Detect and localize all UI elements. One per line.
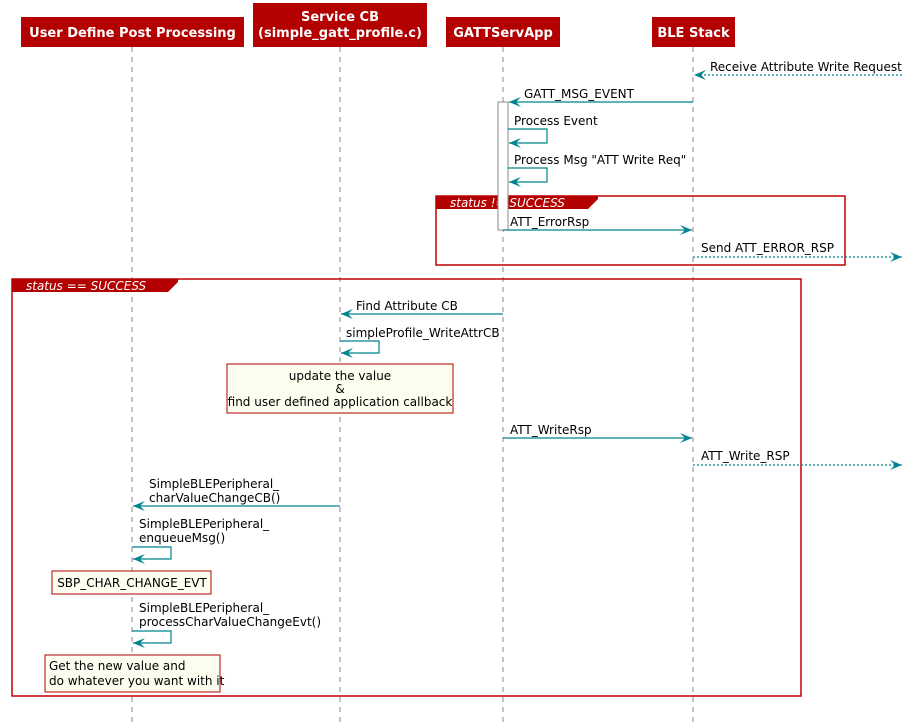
message-label: Send ATT_ERROR_RSP (701, 241, 834, 255)
message-0: Receive Attribute Write Request (694, 60, 902, 80)
message-7: simpleProfile_WriteAttrCB (340, 326, 500, 358)
note-0: update the value&find user defined appli… (226, 363, 454, 414)
message-label: SimpleBLEPeripheral_ (139, 601, 270, 615)
message-12: SimpleBLEPeripheral_processCharValueChan… (132, 601, 321, 648)
message-4: ATT_ErrorRsp (503, 215, 692, 235)
message-label: processCharValueChangeEvt() (139, 615, 321, 629)
message-label: simpleProfile_WriteAttrCB (346, 326, 500, 340)
note-2: Get the new value anddo whatever you wan… (44, 654, 225, 693)
message-label: ATT_ErrorRsp (510, 215, 589, 229)
participant-label: User Define Post Processing (29, 26, 236, 41)
activation-bar (497, 101, 509, 231)
participant-gatt: GATTServApp (446, 17, 560, 47)
note-text: SBP_CHAR_CHANGE_EVT (57, 576, 207, 590)
note-text: Get the new value and (49, 659, 186, 673)
frame-border (11, 278, 802, 697)
note-text: do whatever you want with it (49, 674, 225, 688)
note-1: SBP_CHAR_CHANGE_EVT (51, 570, 212, 595)
message-label: Process Msg "ATT Write Req" (514, 153, 686, 167)
message-label: Process Event (514, 114, 598, 128)
message-8: ATT_WriteRsp (503, 423, 692, 443)
participant-label: (simple_gatt_profile.c) (258, 26, 422, 41)
message-label: ATT_WriteRsp (510, 423, 592, 437)
participant-svc: Service CB(simple_gatt_profile.c) (253, 3, 427, 47)
message-label: Find Attribute CB (356, 299, 458, 313)
message-label: Receive Attribute Write Request (710, 60, 902, 74)
participant-label: BLE Stack (657, 26, 730, 41)
message-label: SimpleBLEPeripheral_ (139, 517, 270, 531)
message-label: charValueChangeCB() (149, 491, 280, 505)
arrow-head (890, 252, 902, 262)
message-11: SimpleBLEPeripheral_enqueueMsg() (132, 517, 270, 564)
message-label: enqueueMsg() (139, 531, 225, 545)
message-9: ATT_Write_RSP (693, 449, 902, 470)
participant-ble: BLE Stack (652, 17, 735, 47)
message-1: GATT_MSG_EVENT (509, 87, 693, 107)
message-label: ATT_Write_RSP (701, 449, 790, 463)
message-label: SimpleBLEPeripheral_ (149, 477, 280, 491)
message-10: SimpleBLEPeripheral_charValueChangeCB() (133, 477, 340, 511)
note-text: update the value (289, 369, 391, 383)
self-message-line (508, 167, 548, 183)
note-text: find user defined application callback (228, 395, 453, 409)
frame-label: status == SUCCESS (26, 279, 147, 293)
message-2: Process Event (508, 114, 598, 148)
note-text: & (335, 382, 344, 396)
sequence-diagram: User Define Post Processing Service CB(si… (11, 3, 902, 722)
participant-user: User Define Post Processing (21, 17, 244, 47)
participant-label: Service CB (301, 10, 379, 25)
message-5: Send ATT_ERROR_RSP (693, 241, 902, 262)
message-3: Process Msg "ATT Write Req" (508, 153, 686, 187)
participant-label: GATTServApp (453, 26, 553, 41)
message-label: GATT_MSG_EVENT (524, 87, 635, 101)
message-6: Find Attribute CB (341, 299, 503, 319)
arrow-head (890, 460, 902, 470)
frame-success: status == SUCCESS (11, 278, 802, 697)
self-message-line (508, 128, 548, 144)
